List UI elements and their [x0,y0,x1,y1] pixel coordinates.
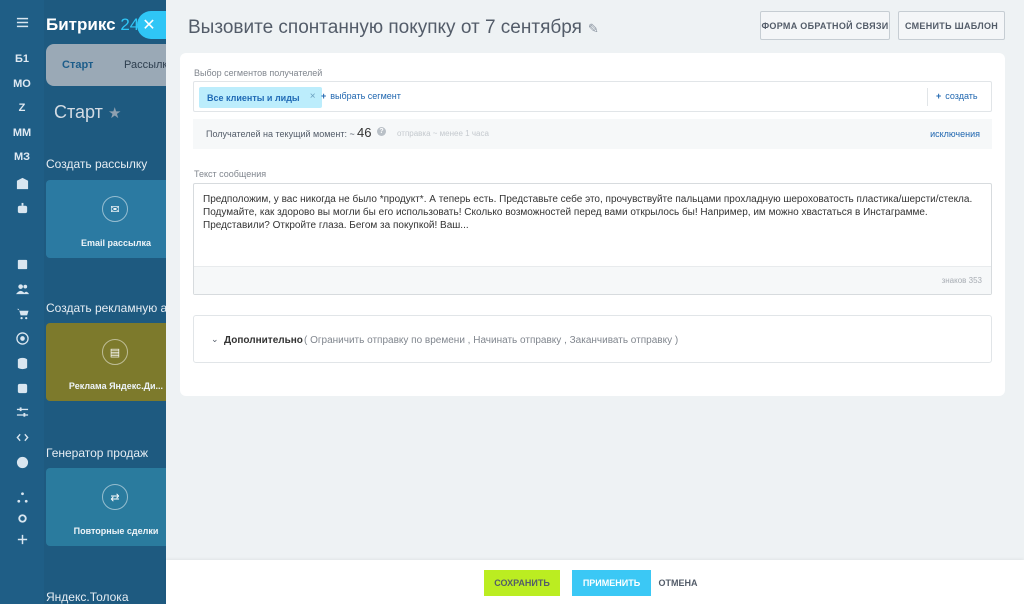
building-icon[interactable] [0,172,44,194]
chevron-down-icon: ⌄ [211,334,219,344]
section-title: Создать рассылку [46,157,148,171]
yandex-ads-card[interactable]: ▤ Реклама Яндекс.Ди... [46,323,168,401]
plus-icon: + [936,91,942,101]
tab-mailings[interactable]: Рассылки [124,59,168,71]
select-segment-label: выбрать сегмент [330,91,401,101]
help-icon[interactable]: ? [377,127,386,136]
envelope-icon: ✉ [102,196,128,222]
card-label: Email рассылка [81,238,151,248]
message-label: Текст сообщения [194,169,267,179]
bitrix-logo: Битрикс 24 [46,15,139,35]
section-title: Создать рекламную аудиторию [46,301,168,315]
additional-settings[interactable]: ⌄ Дополнительно ( Ограничить отправку по… [193,315,992,363]
repeat-deals-card[interactable]: ⇄ Повторные сделки [46,468,168,546]
ads-icon: ▤ [102,339,128,365]
section-title: Яндекс.Толока [46,590,129,604]
segments-label: Выбор сегментов получателей [194,68,323,78]
remove-chip-icon[interactable]: × [310,91,316,102]
left-rail: Б1 МО Z ММ МЗ [0,0,44,604]
chip-label: Все клиенты и лиды [207,92,300,103]
rail-item-b1[interactable]: Б1 [0,48,44,70]
recipients-label: Получателей на текущий момент: ~ [206,129,355,139]
add-icon[interactable] [0,528,44,550]
page-title: Вызовите спонтанную покупку от 7 сентябр… [188,17,599,39]
exclusions-link[interactable]: исключения [930,129,980,139]
save-button[interactable]: СОХРАНИТЬ [484,570,560,596]
email-card[interactable]: ✉ Email рассылка [46,180,168,258]
apps-icon[interactable] [0,377,44,399]
gear-icon[interactable] [0,507,44,529]
menu-icon[interactable] [0,11,44,33]
additional-options: ( Ограничить отправку по времени , Начин… [304,335,679,346]
rail-item-mo[interactable]: МО [0,73,44,95]
star-icon[interactable]: ★ [108,105,121,122]
slider-panel: Вызовите спонтанную покупку от 7 сентябр… [166,0,1024,604]
divider [927,88,928,106]
tab-start[interactable]: Старт [62,59,93,71]
close-icon: ✕ [142,17,156,34]
tasks-icon[interactable] [0,253,44,275]
marketing-icon[interactable] [0,327,44,349]
segment-chip[interactable]: Все клиенты и лиды × [199,87,322,108]
start-label: Старт [54,102,103,122]
handshake-icon: ⇄ [102,484,128,510]
pencil-icon[interactable]: ✎ [588,21,599,37]
additional-title: Дополнительно [224,335,303,346]
send-time-note: отправка ~ менее 1 часа [397,129,489,138]
robot-icon[interactable] [0,197,44,219]
cancel-button[interactable]: ОТМЕНА [659,570,698,596]
title-text: Вызовите спонтанную покупку от 7 сентябр… [188,17,582,38]
collapse-icon[interactable] [0,451,44,473]
create-segment-link[interactable]: + создать [936,91,978,101]
footer-bar: СОХРАНИТЬ ПРИМЕНИТЬ ОТМЕНА [166,560,1024,604]
message-textarea[interactable]: Предположим, у вас никогда не было *прод… [193,183,992,295]
background-tabs: Старт Рассылки [46,44,168,86]
apply-button[interactable]: ПРИМЕНИТЬ [572,570,651,596]
message-footer: знаков 353 [194,266,991,294]
feedback-form-button[interactable]: ФОРМА ОБРАТНОЙ СВЯЗИ [760,11,890,40]
settings-sliders-icon[interactable] [0,401,44,423]
database-icon[interactable] [0,352,44,374]
section-title: Генератор продаж [46,446,149,460]
segment-selector[interactable]: Все клиенты и лиды × + выбрать сегмент + с… [193,81,992,112]
rail-item-mm[interactable]: ММ [0,122,44,144]
char-count: знаков 353 [941,276,982,285]
plus-icon: + [321,91,327,101]
structure-icon[interactable] [0,486,44,508]
recipients-bar: Получателей на текущий момент: ~ 46 ? от… [193,119,992,149]
background-app: Битрикс 24 Старт Рассылки Старт ★ Создат… [44,0,168,604]
main-card: Выбор сегментов получателей Все клиенты … [180,53,1005,396]
message-text: Предположим, у вас никогда не было *прод… [203,194,973,231]
rail-item-z[interactable]: Z [0,97,44,119]
cart-icon[interactable] [0,302,44,324]
card-label: Реклама Яндекс.Ди... [68,381,164,391]
logo-text: Битрикс [46,15,116,34]
change-template-button[interactable]: СМЕНИТЬ ШАБЛОН [898,11,1005,40]
close-slider-button[interactable]: ✕ [137,11,167,39]
contacts-icon[interactable] [0,277,44,299]
code-icon[interactable] [0,426,44,448]
start-heading: Старт ★ [54,102,121,123]
rail-item-mz[interactable]: МЗ [0,146,44,168]
recipients-count: 46 [357,125,372,140]
card-label: Повторные сделки [73,526,159,536]
create-segment-label: создать [945,91,978,101]
select-segment-link[interactable]: + выбрать сегмент [321,91,401,101]
